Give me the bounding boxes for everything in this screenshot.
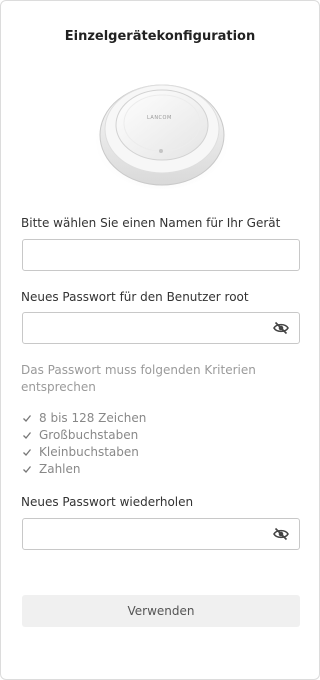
criteria-item: Zahlen — [21, 460, 146, 477]
criteria-label: 8 bis 128 Zeichen — [39, 410, 147, 425]
repeat-password-label: Neues Passwort wiederholen — [21, 495, 194, 509]
check-icon — [21, 463, 33, 475]
criteria-item: Großbuchstaben — [21, 426, 146, 443]
eye-slash-icon[interactable] — [272, 526, 290, 542]
check-icon — [21, 446, 33, 458]
device-brand-text: LANCOM — [147, 115, 172, 121]
eye-slash-icon[interactable] — [272, 320, 290, 336]
password-criteria-list: 8 bis 128 Zeichen Großbuchstaben Kleinbu… — [21, 409, 146, 477]
device-name-label: Bitte wählen Sie einen Namen für Ihr Ger… — [21, 216, 281, 230]
page-title: Einzelgerätekonfiguration — [64, 29, 256, 44]
password-input[interactable] — [22, 312, 300, 344]
submit-button[interactable]: Verwenden — [22, 595, 300, 627]
device-name-input[interactable] — [22, 239, 300, 271]
criteria-label: Kleinbuchstaben — [39, 444, 139, 459]
criteria-item: 8 bis 128 Zeichen — [21, 409, 146, 426]
criteria-label: Zahlen — [39, 461, 81, 476]
check-icon — [21, 429, 33, 441]
access-point-image — [96, 84, 228, 189]
password-label: Neues Passwort für den Benutzer root — [21, 290, 249, 304]
configuration-card: Einzelgerätekonfiguration LANCOM Bitte w… — [0, 0, 320, 680]
password-criteria-hint: Das Passwort muss folgenden Kriterien en… — [21, 363, 256, 394]
repeat-password-input[interactable] — [22, 518, 300, 550]
check-icon — [21, 412, 33, 424]
criteria-label: Großbuchstaben — [39, 427, 139, 442]
criteria-item: Kleinbuchstaben — [21, 443, 146, 460]
